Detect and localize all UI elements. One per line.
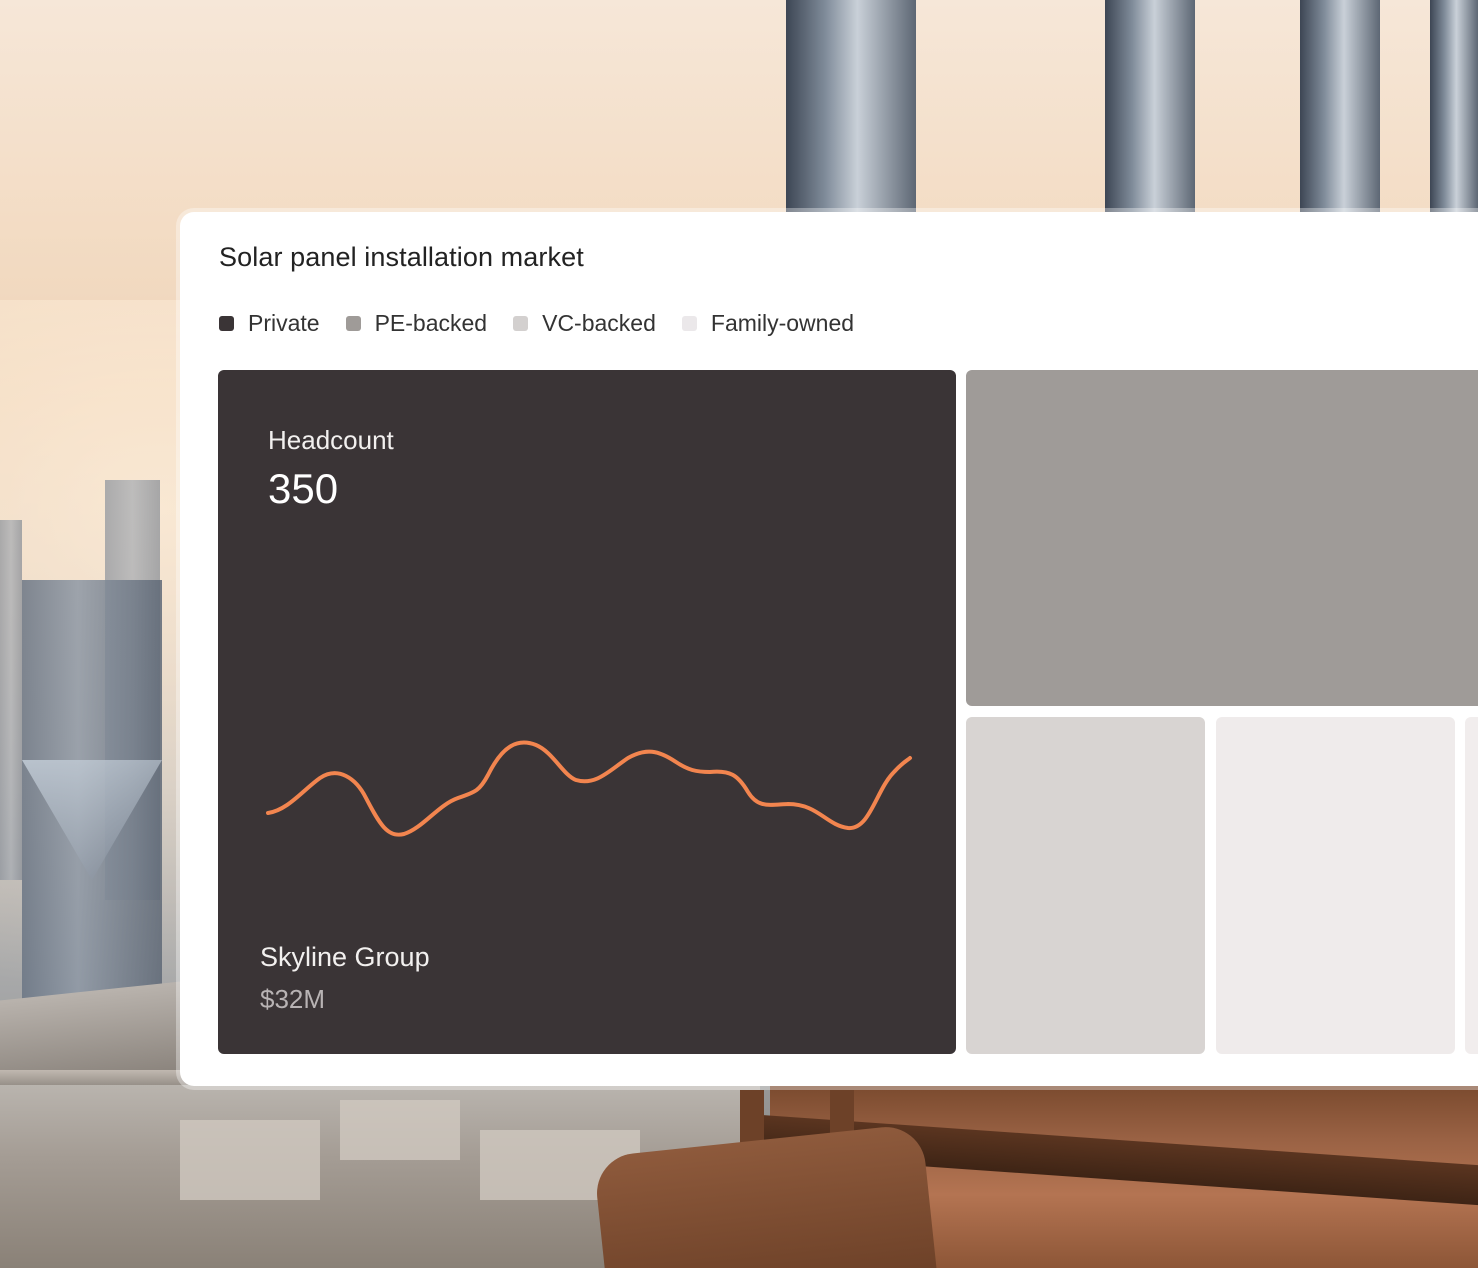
legend-swatch-icon: [681, 316, 697, 331]
card-title: Solar panel installation market: [219, 242, 584, 272]
metric-label: Headcount: [268, 425, 394, 455]
company-name: Skyline Group: [260, 942, 430, 972]
company-amount: $32M: [260, 984, 326, 1014]
sparkline-path: [266, 740, 912, 837]
headcount-sparkline: [266, 740, 912, 837]
metric-value: 350: [268, 465, 339, 512]
legend-item-pe-backed[interactable]: PE-backed: [345, 310, 488, 337]
legend-swatch-icon: [513, 316, 529, 331]
treemap-tile-partial[interactable]: [1465, 717, 1478, 1054]
treemap-tile-vc-backed[interactable]: [966, 717, 1205, 1054]
treemap-tile-pe-backed[interactable]: [966, 370, 1478, 706]
legend-label: VC-backed: [542, 310, 656, 336]
legend-item-vc-backed[interactable]: VC-backed: [513, 310, 656, 337]
legend-swatch-icon: [345, 316, 361, 331]
legend-item-family-owned[interactable]: Family-owned: [681, 310, 855, 337]
market-card: Solar panel installation market Private …: [180, 212, 1478, 1086]
legend-item-private[interactable]: Private: [219, 310, 320, 337]
legend: Private PE-backed VC-backed Family-owned: [219, 310, 880, 337]
legend-swatch-icon: [219, 316, 234, 331]
legend-label: Family-owned: [710, 310, 855, 336]
legend-label: PE-backed: [374, 310, 488, 336]
treemap-tile-private[interactable]: Headcount 350 Skyline Group $32M: [218, 370, 956, 1054]
treemap-tile-family-owned[interactable]: [1216, 717, 1455, 1054]
legend-label: Private: [248, 310, 320, 336]
